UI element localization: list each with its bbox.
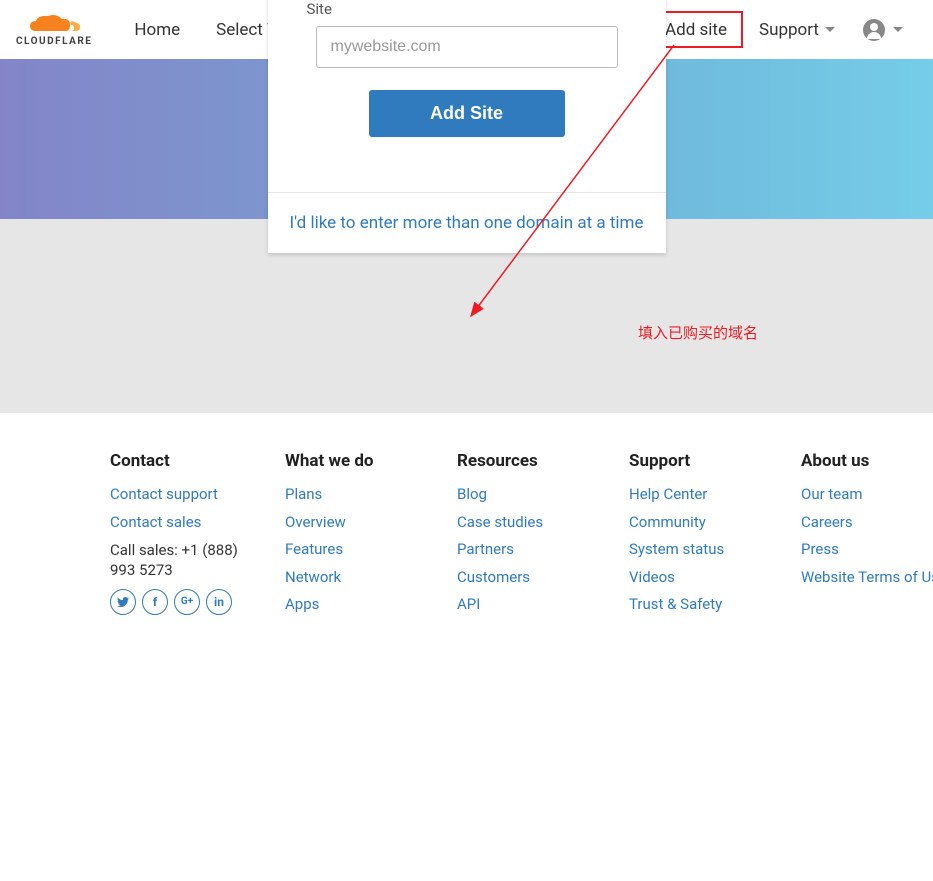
footer-link-network[interactable]: Network: [285, 568, 427, 588]
footer-link-contact-support[interactable]: Contact support: [110, 485, 255, 505]
footer-link-community[interactable]: Community: [629, 513, 771, 533]
linkedin-icon[interactable]: in: [206, 589, 232, 615]
footer-link-help-center[interactable]: Help Center: [629, 485, 771, 505]
footer-link-our-team[interactable]: Our team: [801, 485, 933, 505]
footer-link-press[interactable]: Press: [801, 540, 933, 560]
facebook-icon[interactable]: f: [142, 589, 168, 615]
footer-about-heading: About us: [801, 451, 933, 471]
footer-link-plans[interactable]: Plans: [285, 485, 427, 505]
footer-col-whatwedo: What we do Plans Overview Features Netwo…: [285, 451, 427, 623]
footer-col-contact: Contact Contact support Contact sales Ca…: [110, 451, 255, 623]
social-row: f G+ in: [110, 589, 255, 615]
footer-support-heading: Support: [629, 451, 771, 471]
footer-contact-heading: Contact: [110, 451, 255, 471]
footer-link-careers[interactable]: Careers: [801, 513, 933, 533]
footer-whatwedo-heading: What we do: [285, 451, 427, 471]
site-field-label: Site: [307, 0, 631, 18]
footer-link-terms-of-use[interactable]: Website Terms of Use: [801, 568, 933, 588]
footer-call-sales: Call sales: +1 (888) 993 5273: [110, 540, 255, 581]
footer-link-system-status[interactable]: System status: [629, 540, 771, 560]
add-site-button[interactable]: Add Site: [369, 90, 565, 137]
multi-domain-link[interactable]: I'd like to enter more than one domain a…: [290, 213, 644, 233]
footer-link-api[interactable]: API: [457, 595, 599, 615]
add-site-card: Add your site Cloudflare will speed up a…: [268, 0, 666, 253]
footer-link-case-studies[interactable]: Case studies: [457, 513, 599, 533]
footer-link-trust-safety[interactable]: Trust & Safety: [629, 595, 771, 615]
footer-resources-heading: Resources: [457, 451, 599, 471]
googleplus-icon[interactable]: G+: [174, 589, 200, 615]
annotation-text: 填入已购买的域名: [638, 322, 758, 343]
footer-link-contact-sales[interactable]: Contact sales: [110, 513, 255, 533]
footer-col-resources: Resources Blog Case studies Partners Cus…: [457, 451, 599, 623]
twitter-icon[interactable]: [110, 589, 136, 615]
footer-col-about: About us Our team Careers Press Website …: [801, 451, 933, 623]
footer: Contact Contact support Contact sales Ca…: [0, 413, 933, 643]
footer-link-customers[interactable]: Customers: [457, 568, 599, 588]
footer-link-partners[interactable]: Partners: [457, 540, 599, 560]
footer-link-blog[interactable]: Blog: [457, 485, 599, 505]
footer-link-features[interactable]: Features: [285, 540, 427, 560]
site-input[interactable]: [316, 26, 618, 68]
footer-col-support: Support Help Center Community System sta…: [629, 451, 771, 623]
footer-link-overview[interactable]: Overview: [285, 513, 427, 533]
footer-link-apps[interactable]: Apps: [285, 595, 427, 615]
footer-link-videos[interactable]: Videos: [629, 568, 771, 588]
